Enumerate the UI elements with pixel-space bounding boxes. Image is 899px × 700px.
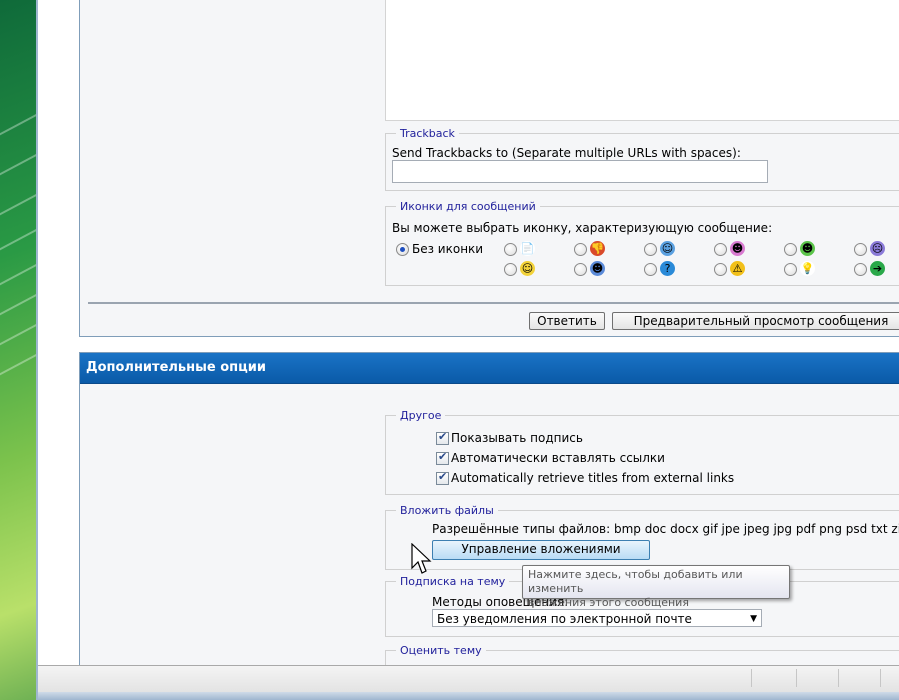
message-editor[interactable] xyxy=(385,0,899,121)
smile-smiley-icon: ☺ xyxy=(520,261,535,276)
chevron-down-icon: ▼ xyxy=(750,614,757,624)
retrieve-titles-checkbox[interactable] xyxy=(436,470,449,485)
post-icon-radio[interactable] xyxy=(784,263,797,276)
mouse-cursor-icon xyxy=(411,543,432,574)
attachments-tooltip: Нажмите здесь, чтобы добавить или измени… xyxy=(522,565,790,609)
post-icon-radio[interactable] xyxy=(574,263,587,276)
preview-button[interactable]: Предварительный просмотр сообщения xyxy=(612,312,899,330)
post-icon-radio[interactable] xyxy=(504,263,517,276)
additional-options-header: Дополнительные опции xyxy=(80,353,899,384)
reply-button[interactable]: Ответить xyxy=(529,312,605,330)
window-frame-bottom xyxy=(38,692,899,700)
post-icon-radio[interactable] xyxy=(574,243,587,256)
retrieve-titles-label: Automatically retrieve titles from exter… xyxy=(451,471,735,485)
notification-method-value: Без уведомления по электронной почте xyxy=(437,612,692,626)
tooltip-line-1: Нажмите здесь, чтобы добавить или измени… xyxy=(528,568,743,595)
no-icon-radio[interactable] xyxy=(396,243,409,256)
post-icon-radio[interactable] xyxy=(504,243,517,256)
post-icon-radio[interactable] xyxy=(714,243,727,256)
wink-smiley-icon: ☺ xyxy=(660,241,675,256)
post-icons-legend: Иконки для сообщений xyxy=(400,200,536,213)
manage-attachments-button[interactable]: Управление вложениями xyxy=(432,540,650,560)
rate-legend: Оценить тему xyxy=(400,644,482,657)
show-signature-checkbox[interactable] xyxy=(436,430,449,445)
post-icons-label: Вы можете выбрать иконку, характеризующу… xyxy=(392,221,773,235)
post-icon-radio[interactable] xyxy=(714,263,727,276)
allowed-file-types: Разрешённые типы файлов: bmp doc docx gi… xyxy=(432,522,899,536)
reply-form-panel: Trackback Send Trackbacks to (Separate m… xyxy=(79,0,899,337)
tooltip-line-2: вложения этого сообщения xyxy=(528,596,689,609)
desktop-background xyxy=(0,0,40,700)
note-icon: 📄 xyxy=(520,241,535,256)
attach-fieldset: Вложить файлы xyxy=(385,504,899,570)
attach-legend: Вложить файлы xyxy=(400,504,494,517)
angry-smiley-icon: ☹ xyxy=(870,241,885,256)
warning-icon: ⚠ xyxy=(730,261,745,276)
post-icon-radio[interactable] xyxy=(644,263,657,276)
auto-links-label: Автоматически вставлять ссылки xyxy=(451,451,665,465)
cool-smiley-icon: ☻ xyxy=(590,261,605,276)
post-icon-radio[interactable] xyxy=(854,243,867,256)
trackback-legend: Trackback xyxy=(400,127,455,140)
thumbs-down-icon: 👎 xyxy=(590,241,605,256)
trackback-label: Send Trackbacks to (Separate multiple UR… xyxy=(392,146,741,160)
no-icon-label: Без иконки xyxy=(412,242,484,256)
trackback-input[interactable] xyxy=(392,160,768,183)
post-icon-radio[interactable] xyxy=(854,263,867,276)
post-icon-radio[interactable] xyxy=(784,243,797,256)
auto-links-checkbox[interactable] xyxy=(436,450,449,465)
lightbulb-icon: 💡 xyxy=(800,261,815,276)
misc-legend: Другое xyxy=(400,409,442,422)
status-bar xyxy=(38,665,899,692)
notification-method-select[interactable]: Без уведомления по электронной почте ▼ xyxy=(432,609,762,627)
big-grin-smiley-icon: ☻ xyxy=(800,241,815,256)
additional-options-panel: Дополнительные опции Другое Показывать п… xyxy=(79,352,899,686)
arrow-right-icon: ➔ xyxy=(870,261,885,276)
show-signature-label: Показывать подпись xyxy=(451,431,583,445)
grin-smiley-icon: ☻ xyxy=(730,241,745,256)
question-icon: ? xyxy=(660,261,675,276)
post-icon-radio[interactable] xyxy=(644,243,657,256)
divider xyxy=(88,302,899,304)
